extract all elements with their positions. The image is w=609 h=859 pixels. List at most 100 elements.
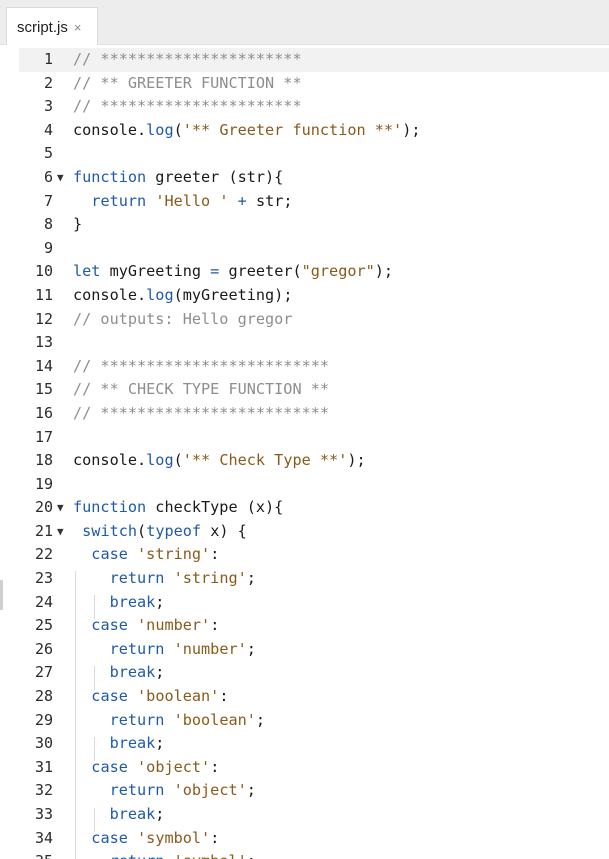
code-line[interactable]: 9 <box>0 237 609 261</box>
code-line[interactable]: 27 break; <box>0 661 609 685</box>
code-text: function checkType (x){ <box>73 496 283 520</box>
code-line[interactable]: 18 console.log('** Check Type **'); <box>0 449 609 473</box>
code-token: return <box>109 781 165 800</box>
fold-arrow-icon[interactable]: ▼ <box>57 166 64 190</box>
code-line[interactable]: 29 return 'boolean'; <box>0 709 609 733</box>
code-token: '** Greeter function **' <box>182 120 403 139</box>
code-line[interactable]: 11 console.log(myGreeting); <box>0 284 609 308</box>
tab-label: script.js <box>17 18 68 36</box>
code-token: ; <box>155 592 165 611</box>
code-line[interactable]: 5 <box>0 142 609 166</box>
code-token: 'Hello ' <box>155 191 229 210</box>
code-text: case 'object': <box>73 756 219 780</box>
code-line[interactable]: 3 // ********************** <box>0 95 609 119</box>
line-number: 5 <box>43 144 53 163</box>
code-line[interactable]: 23 return 'string'; <box>0 567 609 591</box>
code-line[interactable]: 35 return 'symbol'; <box>0 850 609 859</box>
code-token: + <box>237 191 247 210</box>
fold-arrow-icon[interactable]: ▼ <box>57 520 64 544</box>
code-line[interactable]: 31 case 'object': <box>0 756 609 780</box>
close-icon[interactable]: × <box>74 20 82 35</box>
code-line[interactable]: 2 // ** GREETER FUNCTION ** <box>0 72 609 96</box>
code-text: // ********************** <box>73 48 302 72</box>
code-line[interactable]: 7 return 'Hello ' + str; <box>0 190 609 214</box>
code-token: // ** CHECK TYPE FUNCTION ** <box>73 380 330 399</box>
line-number: 19 <box>34 474 53 493</box>
code-token: 'number' <box>173 639 247 658</box>
code-line[interactable]: 24 break; <box>0 591 609 615</box>
fold-arrow-icon[interactable]: ▼ <box>57 496 64 520</box>
code-token: return <box>110 852 165 859</box>
code-line[interactable]: 30 break; <box>0 732 609 756</box>
code-line[interactable]: 1 // ********************** <box>0 48 609 72</box>
code-line[interactable]: 10 let myGreeting = greeter("gregor"); <box>0 260 609 284</box>
code-text: break; <box>73 803 165 827</box>
code-token: ); <box>402 120 421 139</box>
code-token: case <box>91 757 128 776</box>
code-line[interactable]: 12 // outputs: Hello gregor <box>0 308 609 332</box>
line-number: 32 <box>34 781 53 800</box>
code-line[interactable]: 6 ▼ function greeter (str){ <box>0 166 609 190</box>
code-line[interactable]: 15 // ** CHECK TYPE FUNCTION ** <box>0 378 609 402</box>
code-token: : <box>210 616 220 635</box>
code-line[interactable]: 19 <box>0 473 609 497</box>
line-number: 13 <box>34 333 53 352</box>
code-line[interactable]: 33 break; <box>0 803 609 827</box>
code-token: : <box>210 828 220 847</box>
code-token: break <box>109 734 156 753</box>
code-line[interactable]: 8} <box>0 213 609 237</box>
code-line[interactable]: 17 <box>0 426 609 450</box>
code-line[interactable]: 28 case 'boolean': <box>0 685 609 709</box>
code-token: case <box>91 687 128 706</box>
code-token: myGreeting <box>100 262 211 281</box>
code-line[interactable]: 14 // ************************* <box>0 355 609 379</box>
code-token: ; <box>155 734 165 753</box>
code-text: return 'number'; <box>73 638 256 662</box>
code-token: ); <box>374 262 394 281</box>
line-number: 2 <box>43 73 53 92</box>
code-line[interactable]: 13 <box>0 331 609 355</box>
code-line[interactable]: 26 return 'number'; <box>0 638 609 662</box>
line-number: 30 <box>34 734 53 753</box>
code-line[interactable]: 4 console.log('** Greeter function **'); <box>0 119 609 143</box>
line-number: 16 <box>34 403 53 422</box>
code-token: ( <box>137 521 147 540</box>
code-line[interactable]: 20 ▼ function checkType (x){ <box>0 496 609 520</box>
code-token: str; <box>246 191 293 210</box>
code-text: case 'string': <box>73 543 219 567</box>
code-token: console. <box>73 451 147 470</box>
code-line[interactable]: 34 case 'symbol': <box>0 827 609 851</box>
code-token: log <box>146 451 174 470</box>
code-line[interactable]: 32 return 'object'; <box>0 779 609 803</box>
code-token: ; <box>255 710 266 729</box>
code-line[interactable]: 21 ▼ switch(typeof x) { <box>0 520 609 544</box>
tab-script-js[interactable]: script.js × <box>6 7 98 46</box>
line-number: 12 <box>34 309 53 328</box>
code-token: function <box>73 167 147 186</box>
line-number: 29 <box>34 710 53 729</box>
code-token: 'number' <box>137 616 211 635</box>
line-number: 11 <box>34 285 53 304</box>
code-token: console. <box>73 285 147 304</box>
code-token: return <box>109 639 165 658</box>
code-line[interactable]: 25 case 'number': <box>0 614 609 638</box>
code-line[interactable]: 22 case 'string': <box>0 543 609 567</box>
code-token: case <box>91 828 128 847</box>
code-line[interactable]: 16 // ************************* <box>0 402 609 426</box>
code-token: 'string' <box>173 569 247 588</box>
code-text: console.log('** Greeter function **'); <box>73 119 421 143</box>
code-token: case <box>91 616 128 635</box>
line-number: 28 <box>34 687 53 706</box>
code-text: // ** GREETER FUNCTION ** <box>73 72 302 96</box>
code-editor[interactable]: 1 // ********************** 2 // ** GREETER… <box>0 45 609 859</box>
resize-handle[interactable] <box>0 580 3 610</box>
